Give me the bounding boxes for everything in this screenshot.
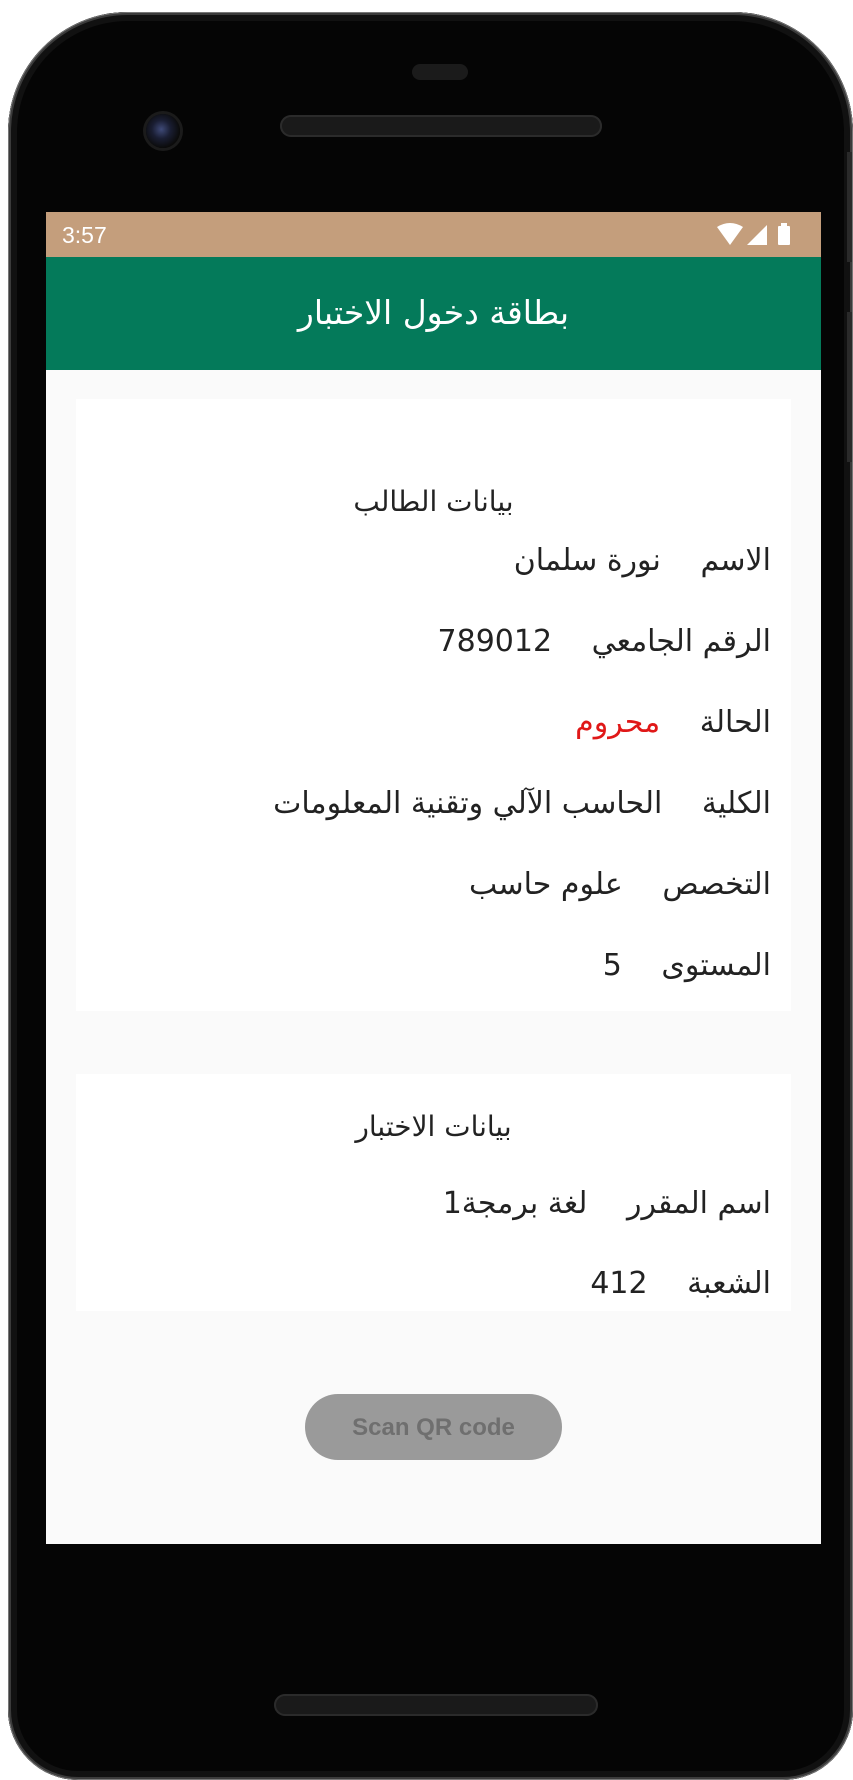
student-major-label: التخصص [662,867,771,902]
battery-icon [778,223,790,245]
student-card-heading: بيانات الطالب [353,485,514,518]
student-id-label: الرقم الجامعي [591,624,771,659]
student-name-row: الاسم نورة سلمان [86,543,771,583]
student-major-value: علوم حاسب [469,867,623,902]
earpiece [412,64,468,80]
status-bar: 3:57 [46,212,821,257]
app-bar: بطاقة دخول الاختبار [46,257,821,370]
course-name-row: اسم المقرر لغة برمجة1 [86,1186,771,1226]
status-icons [715,223,799,247]
student-college-value: الحاسب الآلي وتقنية المعلومات [273,786,663,821]
student-info-card: بيانات الطالب الاسم نورة سلمان الرقم الج… [76,399,791,1011]
wifi-icon [717,223,743,245]
scan-qr-code-button[interactable]: Scan QR code [305,1394,562,1460]
student-level-label: المستوى [661,948,771,983]
status-time: 3:57 [62,222,107,248]
exam-card-heading: بيانات الاختبار [355,1110,512,1143]
section-row: الشعبة 412 [86,1266,771,1306]
app-title: بطاقة دخول الاختبار [297,293,570,332]
section-label: الشعبة [687,1266,771,1301]
student-status-value: محروم [575,705,661,740]
course-name-value: لغة برمجة1 [442,1186,588,1221]
student-level-value: 5 [602,948,622,983]
cellular-signal-icon [747,225,767,245]
power-button [847,152,853,262]
student-college-label: الكلية [701,786,771,821]
exam-info-card: بيانات الاختبار اسم المقرر لغة برمجة1 ال… [76,1074,791,1311]
app-screen: 3:57 بطاقة دخول الاختبار بيانات الطالب ا… [46,212,821,1544]
student-id-value: 789012 [437,624,553,659]
student-name-value: نورة سلمان [513,543,661,578]
status-icons-svg [717,223,790,245]
course-name-label: اسم المقرر [626,1186,771,1221]
section-value: 412 [590,1266,648,1301]
student-id-row: الرقم الجامعي 789012 [86,624,771,664]
student-level-row: المستوى 5 [86,948,771,988]
student-status-row: الحالة محروم [86,705,771,745]
student-major-row: التخصص علوم حاسب [86,867,771,907]
student-name-label: الاسم [700,543,771,578]
front-camera-icon [146,114,180,148]
bottom-speaker-grille [274,1694,598,1716]
volume-button [847,312,853,462]
top-speaker-grille [280,115,602,137]
student-status-label: الحالة [699,705,771,740]
student-college-row: الكلية الحاسب الآلي وتقنية المعلومات [86,786,771,826]
